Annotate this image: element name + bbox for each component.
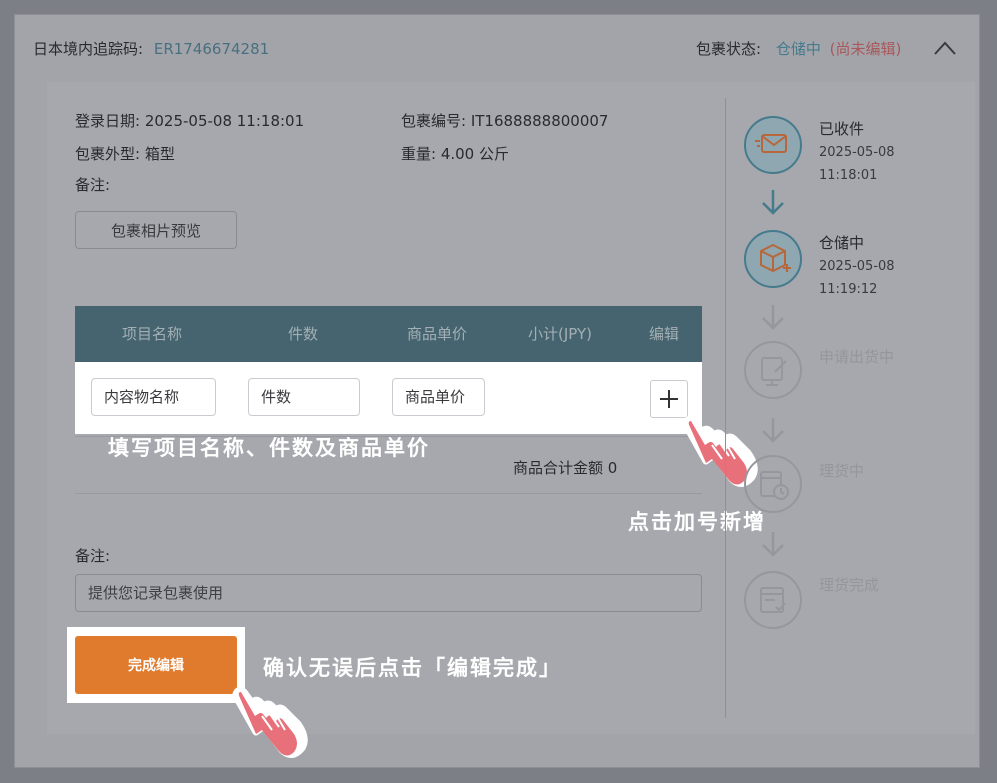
col-edit: 编辑 [649, 325, 680, 343]
check-doc-icon [744, 571, 802, 629]
status-value: 仓储中 [775, 40, 821, 58]
status-row: 包裹状态: 仓储中 (尚未编辑) [696, 38, 901, 59]
timeline-step-sorting: 理货中 [819, 462, 865, 480]
arrow-down-icon [762, 305, 784, 330]
qty-input[interactable]: 件数 [248, 378, 360, 416]
total-divider [75, 493, 702, 494]
timeline-step-storage: 仓储中 [819, 234, 865, 252]
timeline-step-sorting-done: 理货完成 [819, 576, 880, 594]
items-table-header: 项目名称 件数 商品单价 小计(JPY) 编辑 [75, 306, 702, 362]
col-unit-price: 商品单价 [407, 325, 468, 343]
status-note: (尚未编辑) [829, 40, 902, 58]
box-icon [744, 230, 802, 288]
timeline-step-received: 已收件 [819, 120, 865, 138]
col-item-name: 项目名称 [122, 325, 183, 343]
timeline-storage-date: 2025-05-08 [819, 259, 895, 274]
package-number: 包裹编号: IT1688888800007 [401, 112, 609, 130]
info-remark-label: 备注: [75, 176, 111, 194]
col-qty: 件数 [288, 325, 319, 343]
remark-input[interactable]: 提供您记录包裹使用 [75, 574, 702, 612]
login-date: 登录日期: 2025-05-08 11:18:01 [75, 112, 305, 130]
item-name-input[interactable]: 内容物名称 [91, 378, 216, 416]
add-item-button[interactable] [650, 380, 688, 418]
arrow-down-icon [762, 190, 784, 215]
clock-doc-icon [744, 455, 802, 513]
col-subtotal: 小计(JPY) [528, 325, 593, 343]
tracking-code[interactable]: ER1746674281 [154, 40, 269, 58]
collapse-chevron-up-icon[interactable] [932, 38, 958, 58]
items-total: 商品合计金额 0 [513, 459, 618, 477]
mail-icon [744, 116, 802, 174]
package-weight: 重量: 4.00 公斤 [401, 145, 509, 163]
unit-price-input[interactable]: 商品单价 [392, 378, 485, 416]
timeline-received-date: 2025-05-08 [819, 145, 895, 160]
finish-edit-button[interactable]: 完成编辑 [75, 636, 237, 694]
timeline-storage-time: 11:19:12 [819, 282, 878, 297]
annotation-confirm: 确认无误后点击「编辑完成」 [263, 656, 562, 680]
plus-icon [660, 390, 678, 408]
form-icon [744, 341, 802, 399]
tracking-label: 日本境内追踪码: [33, 40, 144, 58]
package-appearance: 包裹外型: 箱型 [75, 145, 175, 163]
arrow-down-icon [762, 532, 784, 557]
pointer-hand-icon [232, 686, 308, 758]
timeline-step-request-ship: 申请出货中 [819, 348, 895, 366]
photo-preview-button[interactable]: 包裹相片预览 [75, 211, 237, 249]
remark-label: 备注: [75, 547, 111, 565]
row-divider [75, 436, 702, 437]
timeline-separator [725, 98, 726, 718]
arrow-down-icon [762, 418, 784, 443]
tracking-row: 日本境内追踪码: ER1746674281 [33, 38, 269, 59]
status-label: 包裹状态: [696, 40, 762, 58]
timeline-received-time: 11:18:01 [819, 168, 878, 183]
